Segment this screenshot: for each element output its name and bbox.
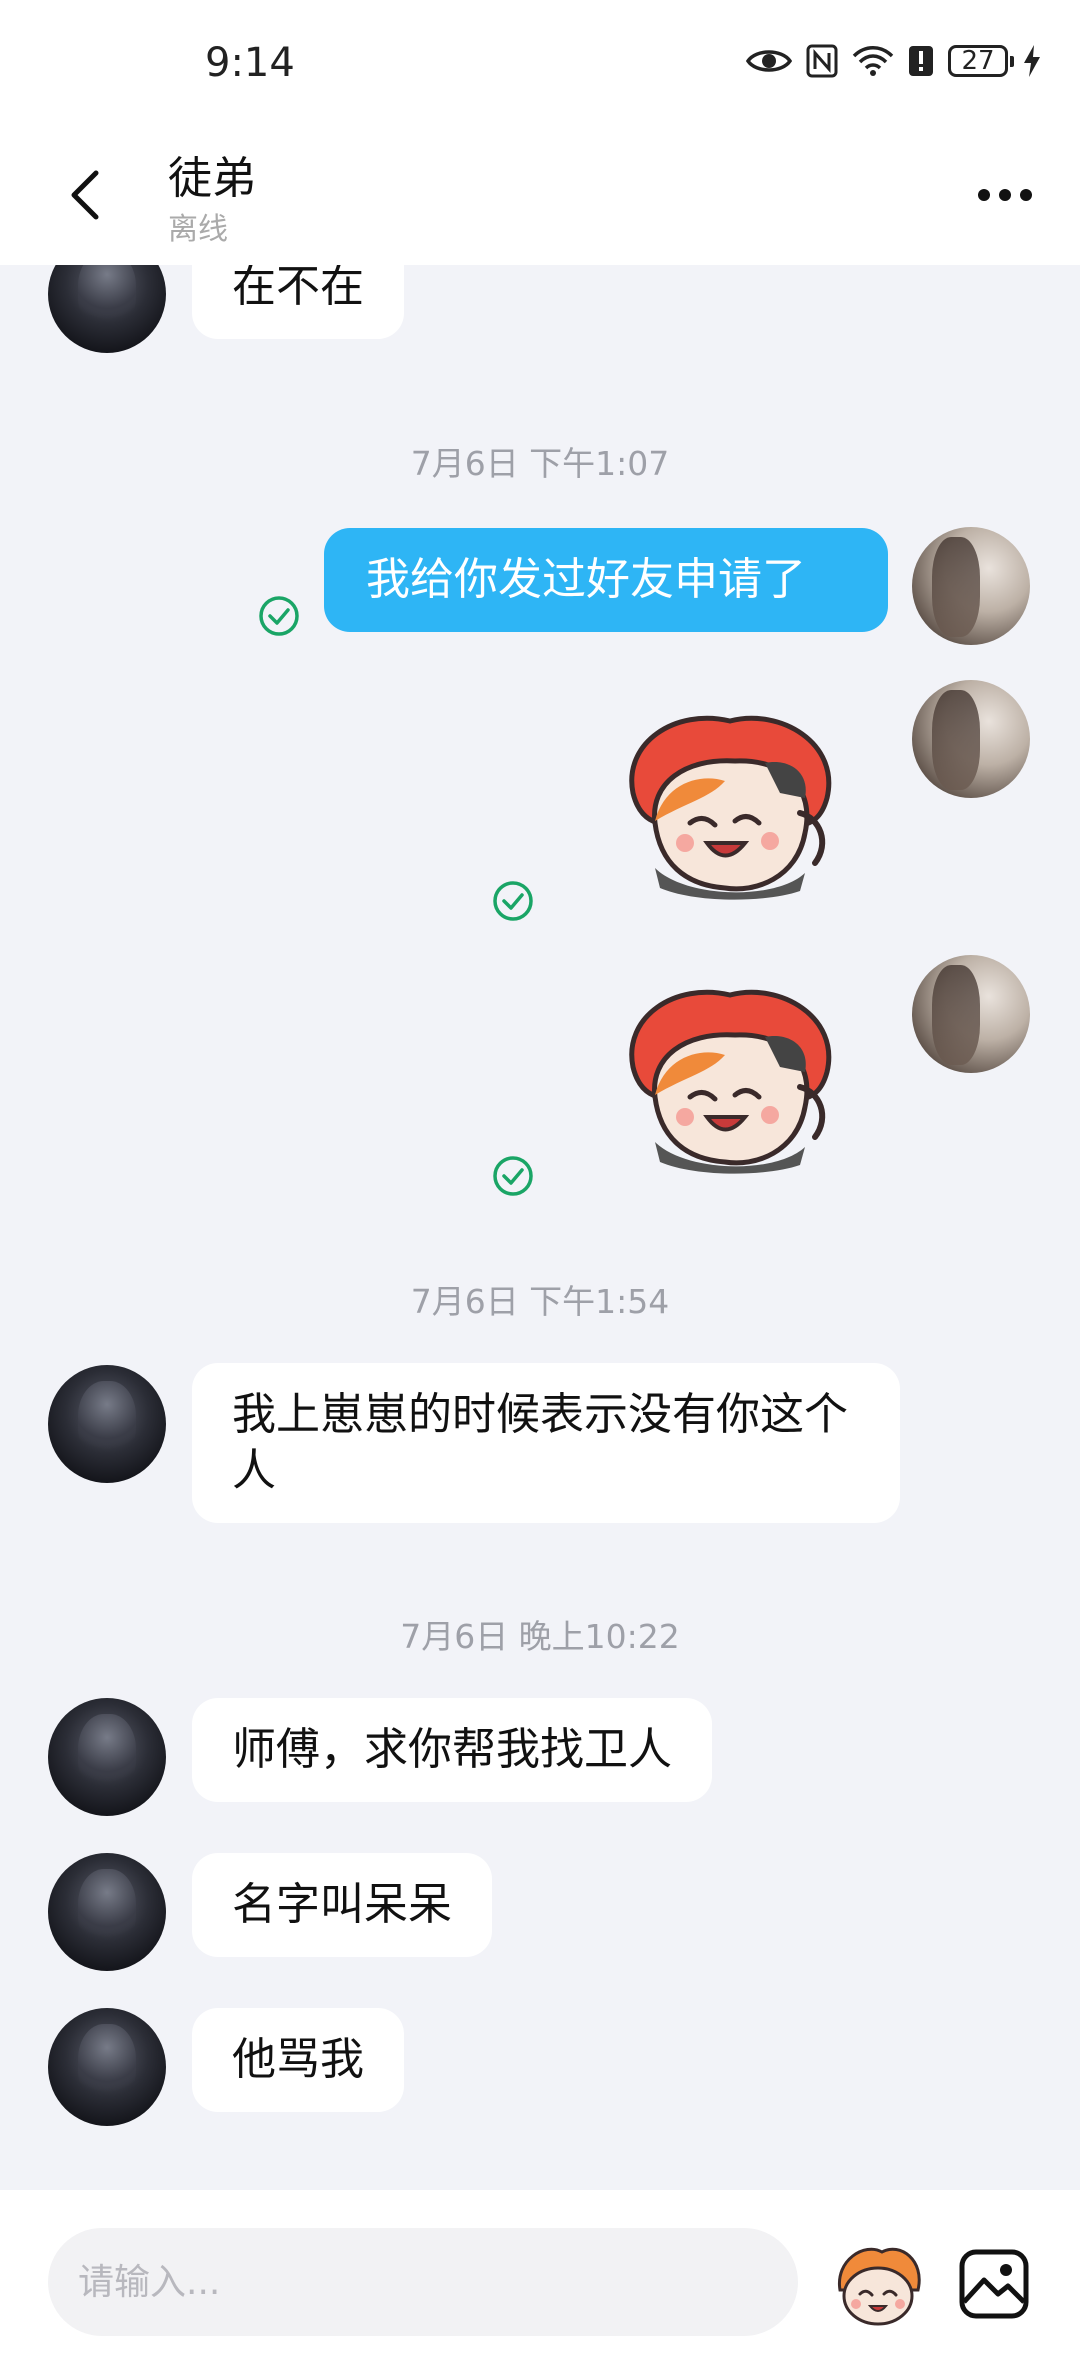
delivered-check-icon (259, 596, 299, 636)
message-list[interactable]: 在不在 7月6日 下午1:07 我给你发过好友申请了 7月6日 下午1:54 我… (0, 265, 1080, 2190)
composer-bar (0, 2190, 1080, 2376)
delivered-check-icon (493, 1156, 533, 1196)
timestamp: 7月6日 下午1:07 (410, 444, 670, 483)
contact-avatar[interactable] (48, 1365, 166, 1483)
contact-avatar[interactable] (48, 265, 166, 353)
alert-icon (909, 46, 933, 76)
contact-avatar[interactable] (48, 2008, 166, 2126)
incoming-message[interactable]: 在不在 (192, 265, 404, 339)
charging-icon (1024, 45, 1040, 77)
more-options-button[interactable] (970, 170, 1040, 220)
message-input[interactable] (48, 2228, 798, 2336)
incoming-message[interactable]: 我上崽崽的时候表示没有你这个人 (192, 1363, 900, 1523)
contact-status: 离线 (168, 212, 228, 247)
status-icons: 27 (746, 44, 1042, 78)
sticker-icon[interactable] (615, 703, 845, 903)
timestamp: 7月6日 晚上10:22 (400, 1617, 680, 1656)
status-time: 9:14 (205, 40, 295, 86)
outgoing-message[interactable]: 我给你发过好友申请了 (324, 528, 888, 632)
my-avatar[interactable] (912, 955, 1030, 1073)
timestamp: 7月6日 下午1:54 (410, 1282, 670, 1321)
my-avatar[interactable] (912, 680, 1030, 798)
chevron-left-icon (71, 170, 99, 220)
contact-avatar[interactable] (48, 1853, 166, 1971)
sticker-picker-icon[interactable] (830, 2240, 926, 2330)
incoming-message[interactable]: 他骂我 (192, 2008, 404, 2112)
my-avatar[interactable] (912, 527, 1030, 645)
battery-indicator: 27 (948, 45, 1014, 77)
sticker-icon[interactable] (615, 977, 845, 1177)
more-icon (978, 189, 1032, 201)
chat-header: 徒弟 离线 (0, 130, 1080, 265)
incoming-message[interactable]: 师傅，求你帮我找卫人 (192, 1698, 712, 1802)
incoming-message[interactable]: 名字叫呆呆 (192, 1853, 492, 1957)
back-button[interactable] (55, 160, 115, 230)
wifi-icon (852, 46, 894, 76)
image-icon[interactable] (958, 2248, 1030, 2320)
eye-icon (746, 50, 792, 72)
delivered-check-icon (493, 881, 533, 921)
status-bar: 9:14 27 (0, 0, 1080, 130)
nfc-icon (806, 44, 838, 78)
contact-avatar[interactable] (48, 1698, 166, 1816)
contact-name: 徒弟 (168, 153, 256, 204)
